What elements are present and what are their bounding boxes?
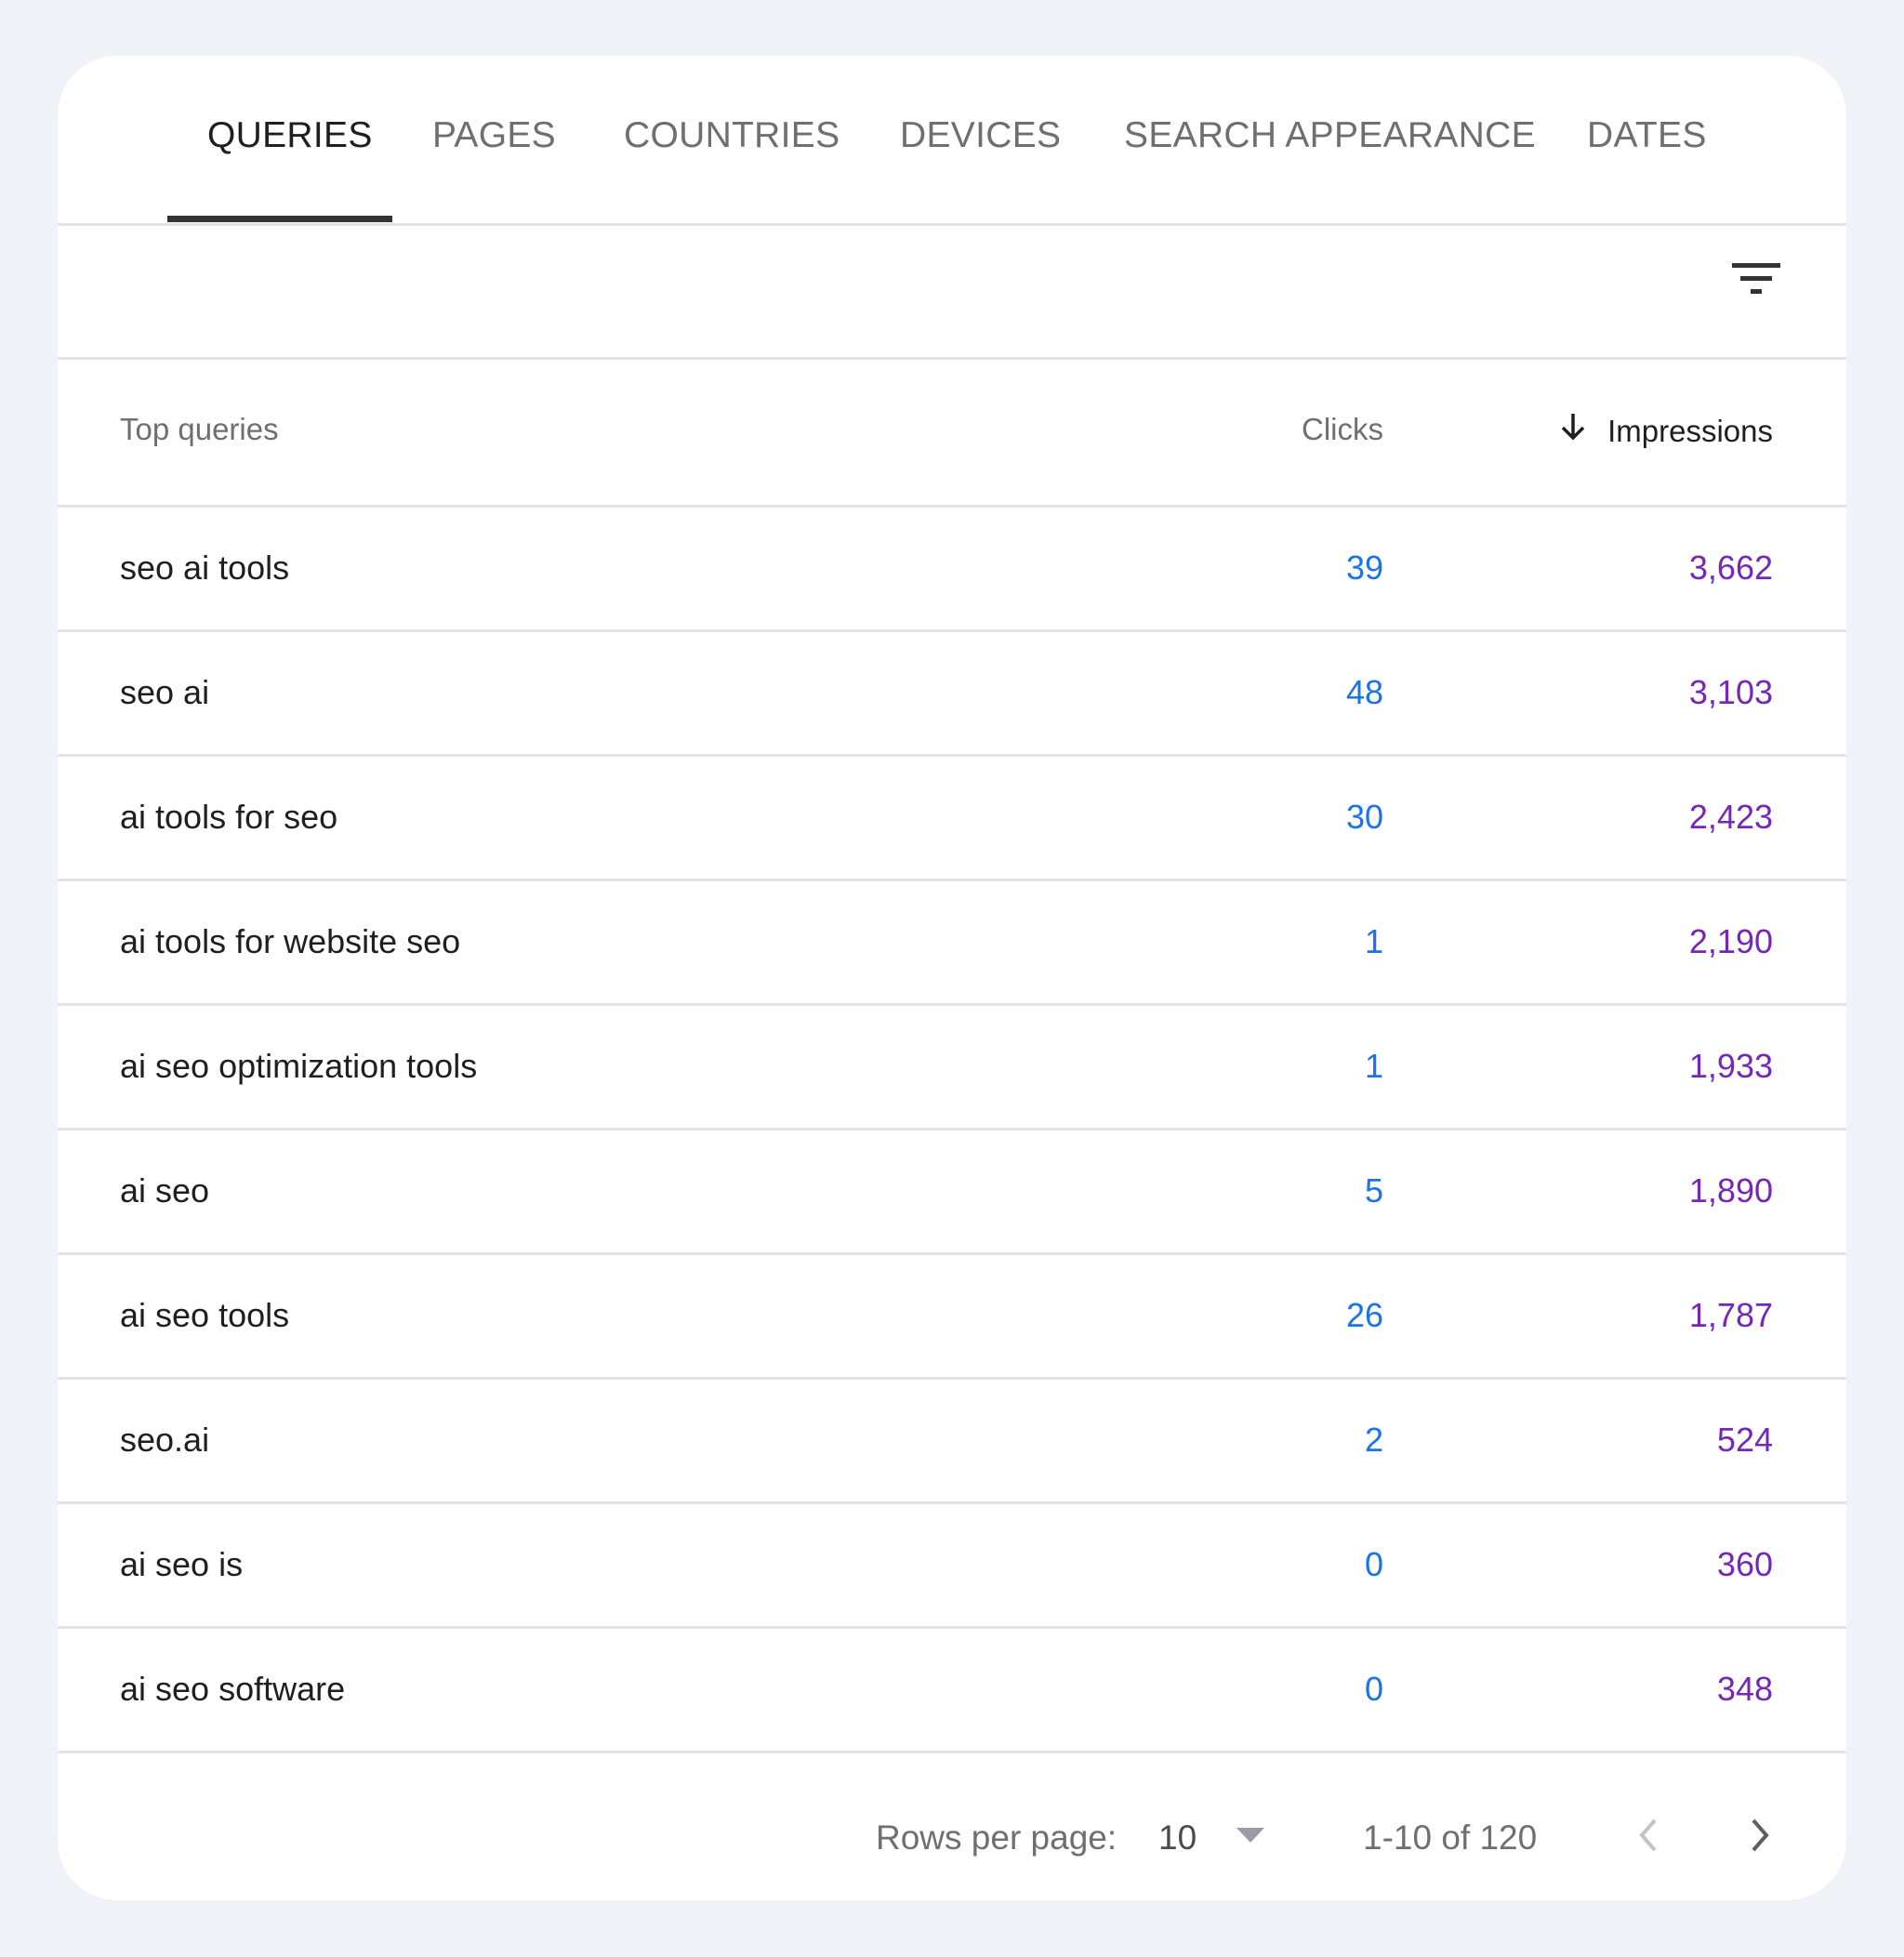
query-cell: ai seo	[120, 1171, 210, 1210]
impressions-cell: 3,662	[1688, 549, 1773, 587]
tab-dates[interactable]: DATES	[1587, 115, 1707, 156]
impressions-cell: 2,190	[1688, 922, 1773, 960]
performance-table-card: QUERIES PAGES COUNTRIES DEVICES SEARCH A…	[58, 56, 1846, 1900]
table-row[interactable]: ai seo 5 1,890	[58, 1131, 1846, 1255]
clicks-cell: 39	[1345, 549, 1383, 587]
header-clicks[interactable]: Clicks	[1302, 412, 1383, 447]
clicks-cell: 26	[1345, 1296, 1383, 1334]
impressions-cell: 1,890	[1688, 1171, 1773, 1210]
table-header: Top queries Clicks Impressions	[58, 360, 1846, 508]
query-cell: seo ai tools	[120, 549, 290, 587]
table-row[interactable]: ai tools for seo 30 2,423	[58, 757, 1846, 881]
impressions-cell: 360	[1716, 1545, 1773, 1583]
impressions-cell: 524	[1716, 1421, 1773, 1459]
table-row[interactable]: seo ai 48 3,103	[58, 632, 1846, 757]
impressions-cell: 1,933	[1688, 1047, 1773, 1085]
clicks-cell: 5	[1364, 1171, 1383, 1210]
query-cell: ai seo optimization tools	[120, 1047, 478, 1085]
query-cell: ai seo is	[120, 1545, 244, 1583]
header-impressions[interactable]: Impressions	[1559, 412, 1773, 449]
table-row[interactable]: ai tools for website seo 1 2,190	[58, 881, 1846, 1006]
clicks-cell: 0	[1364, 1545, 1383, 1583]
table-row[interactable]: seo ai tools 39 3,662	[58, 508, 1846, 632]
query-cell: ai seo tools	[120, 1296, 290, 1334]
clicks-cell: 48	[1345, 673, 1383, 711]
table-row[interactable]: ai seo tools 26 1,787	[58, 1255, 1846, 1380]
tab-search-appearance[interactable]: SEARCH APPEARANCE	[1124, 115, 1536, 156]
tab-pages[interactable]: PAGES	[432, 115, 556, 156]
rows-per-page-label: Rows per page:	[876, 1818, 1117, 1857]
table-row[interactable]: ai seo software 0 348	[58, 1629, 1846, 1753]
tab-devices[interactable]: DEVICES	[900, 115, 1061, 156]
page-range: 1-10 of 120	[1363, 1818, 1538, 1857]
active-tab-indicator	[167, 216, 392, 222]
table-row[interactable]: seo.ai 2 524	[58, 1380, 1846, 1504]
dimension-tabs: QUERIES PAGES COUNTRIES DEVICES SEARCH A…	[58, 56, 1846, 226]
impressions-cell: 3,103	[1688, 673, 1773, 711]
filter-list-icon[interactable]	[1731, 263, 1781, 304]
tab-countries[interactable]: COUNTRIES	[624, 115, 840, 156]
clicks-cell: 0	[1364, 1670, 1383, 1708]
table-toolbar	[58, 226, 1846, 360]
query-cell: ai tools for seo	[120, 798, 338, 836]
pagination: Rows per page: 10 1-10 of 120	[58, 1809, 1846, 1900]
impressions-cell: 2,423	[1688, 798, 1773, 836]
impressions-cell: 348	[1716, 1670, 1773, 1708]
header-top-queries[interactable]: Top queries	[120, 412, 279, 447]
impressions-cell: 1,787	[1688, 1296, 1773, 1334]
table-row[interactable]: ai seo optimization tools 1 1,933	[58, 1006, 1846, 1131]
chevron-left-icon[interactable]	[1636, 1817, 1659, 1858]
chevron-right-icon[interactable]	[1750, 1817, 1772, 1858]
query-cell: seo ai	[120, 673, 210, 711]
rows-per-page-select[interactable]: 10	[1158, 1818, 1197, 1858]
tab-queries[interactable]: QUERIES	[207, 115, 373, 156]
clicks-cell: 2	[1364, 1421, 1383, 1459]
clicks-cell: 1	[1364, 922, 1383, 960]
query-cell: seo.ai	[120, 1421, 210, 1459]
table-row[interactable]: ai seo is 0 360	[58, 1504, 1846, 1629]
query-cell: ai tools for website seo	[120, 922, 461, 960]
query-cell: ai seo software	[120, 1670, 346, 1708]
clicks-cell: 30	[1345, 798, 1383, 836]
dropdown-caret-icon[interactable]	[1236, 1828, 1264, 1843]
clicks-cell: 1	[1364, 1047, 1383, 1085]
arrow-down-icon	[1559, 412, 1587, 449]
